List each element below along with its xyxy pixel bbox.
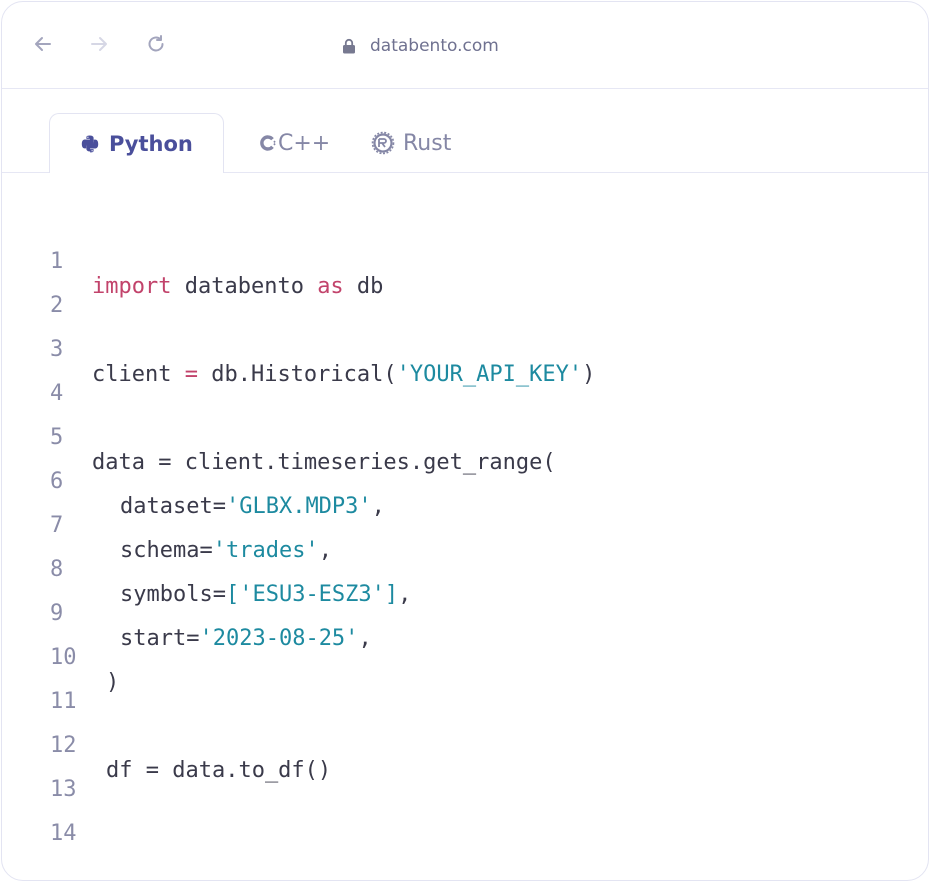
browser-window: databento.com Python C++ Rust 1 import d… [1,1,929,881]
code-line: 3 client = db.Historical('YOUR_API_KEY') [2,312,928,387]
python-icon [81,135,99,152]
reload-button[interactable] [145,33,167,55]
tab-rust[interactable]: Rust [371,114,451,172]
tab-label: Rust [403,130,452,156]
rust-icon [371,131,395,155]
code-line: 4 [2,356,928,406]
code-line: 10 ) [2,620,928,695]
url-text: databento.com [370,36,499,56]
code-line: 12 df = data.to_df() [2,708,928,783]
arrow-left-icon [35,37,51,51]
language-tabs: Python C++ Rust [2,88,928,173]
browser-toolbar: databento.com [2,2,928,89]
arrow-right-icon [91,37,107,51]
tab-python[interactable]: Python [49,113,224,173]
cpp-icon [260,135,276,151]
tab-cpp[interactable]: C++ [258,114,330,172]
code-line: 8 symbols=['ESU3-ESZ3'], [2,532,928,607]
lock-icon [343,38,355,54]
reload-icon [148,35,164,52]
forward-button[interactable] [88,33,110,55]
code-line: 5 data = client.timeseries.get_range( [2,400,928,475]
line-number: 14 [50,821,77,846]
address-bar[interactable]: databento.com [342,34,499,58]
tab-label: C++ [278,130,331,156]
code-line: 11 [2,664,928,714]
back-button[interactable] [32,33,54,55]
tab-label: Python [109,131,193,156]
code-line: 2 [2,268,928,318]
code-line: 6 dataset='GLBX.MDP3', [2,444,928,519]
code-line: 13 [2,752,928,802]
code-line: 1 import databento as db [2,224,928,299]
code-line: 7 schema='trades', [2,488,928,563]
code-line: 9 start='2023-08-25', [2,576,928,651]
code-line: 14 [2,796,928,846]
